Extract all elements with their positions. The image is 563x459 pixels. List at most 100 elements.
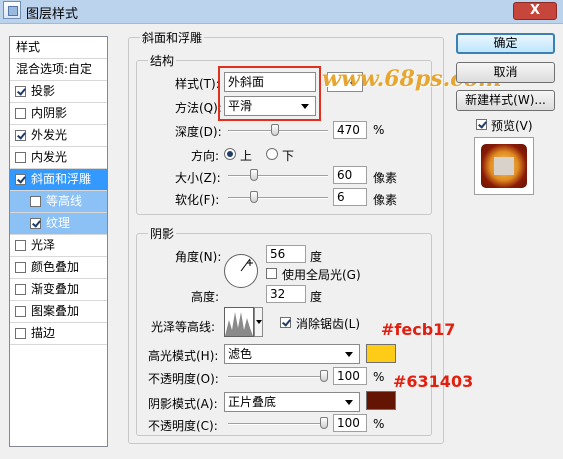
highlight-color-swatch[interactable] bbox=[366, 344, 396, 363]
outer-glow-checkbox[interactable] bbox=[15, 130, 26, 141]
style-label: 样式(T): bbox=[175, 77, 220, 91]
sidebar-item-label: 纹理 bbox=[46, 216, 71, 230]
sidebar-item-blending-options[interactable]: 混合选项:自定 bbox=[10, 59, 107, 81]
anti-alias-checkbox[interactable] bbox=[280, 317, 291, 328]
shadow-opacity-slider[interactable] bbox=[228, 417, 328, 429]
preview-inner bbox=[494, 157, 514, 175]
texture-checkbox[interactable] bbox=[30, 218, 41, 229]
altitude-label: 高度: bbox=[191, 290, 220, 304]
shadow-mode-dropdown[interactable]: 正片叠底 bbox=[224, 392, 360, 412]
highlight-opacity-input[interactable]: 100 bbox=[333, 367, 367, 385]
size-slider-thumb[interactable] bbox=[250, 169, 258, 181]
drop-shadow-checkbox[interactable] bbox=[15, 86, 26, 97]
sidebar-item-label: 内阴影 bbox=[31, 106, 68, 120]
altitude-unit: 度 bbox=[310, 290, 323, 304]
soften-slider-thumb[interactable] bbox=[250, 191, 258, 203]
sidebar-item-satin[interactable]: 光泽 bbox=[10, 235, 107, 257]
size-input[interactable]: 60 bbox=[333, 166, 367, 184]
shadow-color-swatch[interactable] bbox=[366, 391, 396, 410]
shadow-mode-label: 阴影模式(A): bbox=[148, 397, 218, 411]
shadow-opacity-label: 不透明度(C): bbox=[148, 419, 218, 433]
structure-title: 结构 bbox=[148, 52, 177, 69]
gradient-overlay-checkbox[interactable] bbox=[15, 284, 26, 295]
chevron-down-icon bbox=[256, 320, 262, 324]
sidebar-item-gradient-overlay[interactable]: 渐变叠加 bbox=[10, 279, 107, 301]
angle-input[interactable]: 56 bbox=[266, 245, 306, 263]
shadow-opacity-slider-thumb[interactable] bbox=[320, 417, 328, 429]
sidebar-item-label: 混合选项:自定 bbox=[16, 62, 93, 76]
highlight-opacity-label: 不透明度(O): bbox=[148, 372, 219, 386]
depth-input[interactable]: 470 bbox=[333, 121, 367, 139]
size-slider[interactable] bbox=[228, 169, 328, 181]
soften-input[interactable]: 6 bbox=[333, 188, 367, 206]
highlight-mode-dropdown[interactable]: 滤色 bbox=[224, 344, 360, 364]
bevel-emboss-checkbox[interactable] bbox=[15, 174, 26, 185]
sidebar-item-label: 光泽 bbox=[31, 238, 56, 252]
preview-checkbox[interactable] bbox=[476, 119, 487, 130]
direction-down-radio[interactable] bbox=[266, 148, 278, 160]
sidebar-item-label: 内发光 bbox=[31, 150, 68, 164]
satin-checkbox[interactable] bbox=[15, 240, 26, 251]
sidebar-item-label: 描边 bbox=[31, 326, 56, 340]
chevron-down-icon bbox=[345, 352, 353, 357]
app-icon bbox=[3, 1, 21, 19]
altitude-input[interactable]: 32 bbox=[266, 285, 306, 303]
depth-unit: % bbox=[373, 123, 385, 137]
shadow-mode-value: 正片叠底 bbox=[228, 395, 277, 409]
soften-slider[interactable] bbox=[228, 191, 328, 203]
sidebar-item-label: 渐变叠加 bbox=[31, 282, 80, 296]
stroke-checkbox[interactable] bbox=[15, 328, 26, 339]
sidebar-item-styles[interactable]: 样式 bbox=[10, 37, 107, 59]
gloss-contour-picker[interactable] bbox=[224, 307, 254, 337]
anti-alias-label: 消除锯齿(L) bbox=[296, 317, 361, 331]
depth-slider[interactable] bbox=[228, 124, 328, 136]
sidebar-item-inner-shadow[interactable]: 内阴影 bbox=[10, 103, 107, 125]
sidebar-item-pattern-overlay[interactable]: 图案叠加 bbox=[10, 301, 107, 323]
color-overlay-checkbox[interactable] bbox=[15, 262, 26, 273]
sidebar-item-drop-shadow[interactable]: 投影 bbox=[10, 81, 107, 103]
direction-up-radio[interactable] bbox=[224, 148, 236, 160]
preview-swatch bbox=[481, 144, 527, 188]
direction-label: 方向: bbox=[191, 149, 220, 163]
contour-checkbox[interactable] bbox=[30, 196, 41, 207]
sidebar-item-color-overlay[interactable]: 颜色叠加 bbox=[10, 257, 107, 279]
angle-indicator-icon bbox=[240, 258, 253, 272]
global-light-checkbox[interactable] bbox=[266, 268, 277, 279]
close-button[interactable]: X bbox=[513, 2, 557, 20]
highlight-color-annotation: #fecb17 bbox=[381, 320, 456, 339]
style-preview bbox=[474, 137, 534, 195]
gloss-contour-label: 光泽等高线: bbox=[151, 320, 216, 334]
highlight-mode-label: 高光模式(H): bbox=[148, 349, 219, 363]
bevel-emboss-title: 斜面和浮雕 bbox=[140, 29, 205, 46]
sidebar-item-label: 外发光 bbox=[31, 128, 68, 142]
pattern-overlay-checkbox[interactable] bbox=[15, 306, 26, 317]
sidebar-item-outer-glow[interactable]: 外发光 bbox=[10, 125, 107, 147]
inner-glow-checkbox[interactable] bbox=[15, 152, 26, 163]
ok-button[interactable]: 确定 bbox=[456, 33, 555, 54]
sidebar-item-stroke[interactable]: 描边 bbox=[10, 323, 107, 345]
depth-label: 深度(D): bbox=[175, 125, 222, 139]
gloss-contour-dropdown[interactable] bbox=[254, 307, 263, 337]
highlight-opacity-slider-thumb[interactable] bbox=[320, 370, 328, 382]
soften-label: 软化(F): bbox=[175, 193, 220, 207]
highlight-opacity-slider[interactable] bbox=[228, 370, 328, 382]
inner-shadow-checkbox[interactable] bbox=[15, 108, 26, 119]
sidebar-item-bevel-emboss[interactable]: 斜面和浮雕 bbox=[10, 169, 107, 191]
soften-unit: 像素 bbox=[373, 193, 398, 207]
sidebar-item-label: 颜色叠加 bbox=[31, 260, 80, 274]
technique-label: 方法(Q): bbox=[175, 101, 222, 115]
shadow-opacity-input[interactable]: 100 bbox=[333, 414, 367, 432]
chevron-down-icon bbox=[345, 400, 353, 405]
shadow-color-annotation: #631403 bbox=[393, 372, 474, 391]
depth-slider-thumb[interactable] bbox=[271, 124, 279, 136]
sidebar-item-texture[interactable]: 纹理 bbox=[10, 213, 107, 235]
preview-label: 预览(V) bbox=[491, 119, 533, 133]
cancel-button[interactable]: 取消 bbox=[456, 62, 555, 83]
sidebar-item-label: 投影 bbox=[31, 84, 56, 98]
sidebar-item-inner-glow[interactable]: 内发光 bbox=[10, 147, 107, 169]
sidebar-item-contour[interactable]: 等高线 bbox=[10, 191, 107, 213]
title-bar: 图层样式 X bbox=[0, 0, 563, 24]
sidebar-item-label: 斜面和浮雕 bbox=[31, 172, 92, 186]
new-style-button[interactable]: 新建样式(W)... bbox=[456, 90, 555, 111]
angle-dial[interactable] bbox=[224, 254, 258, 288]
